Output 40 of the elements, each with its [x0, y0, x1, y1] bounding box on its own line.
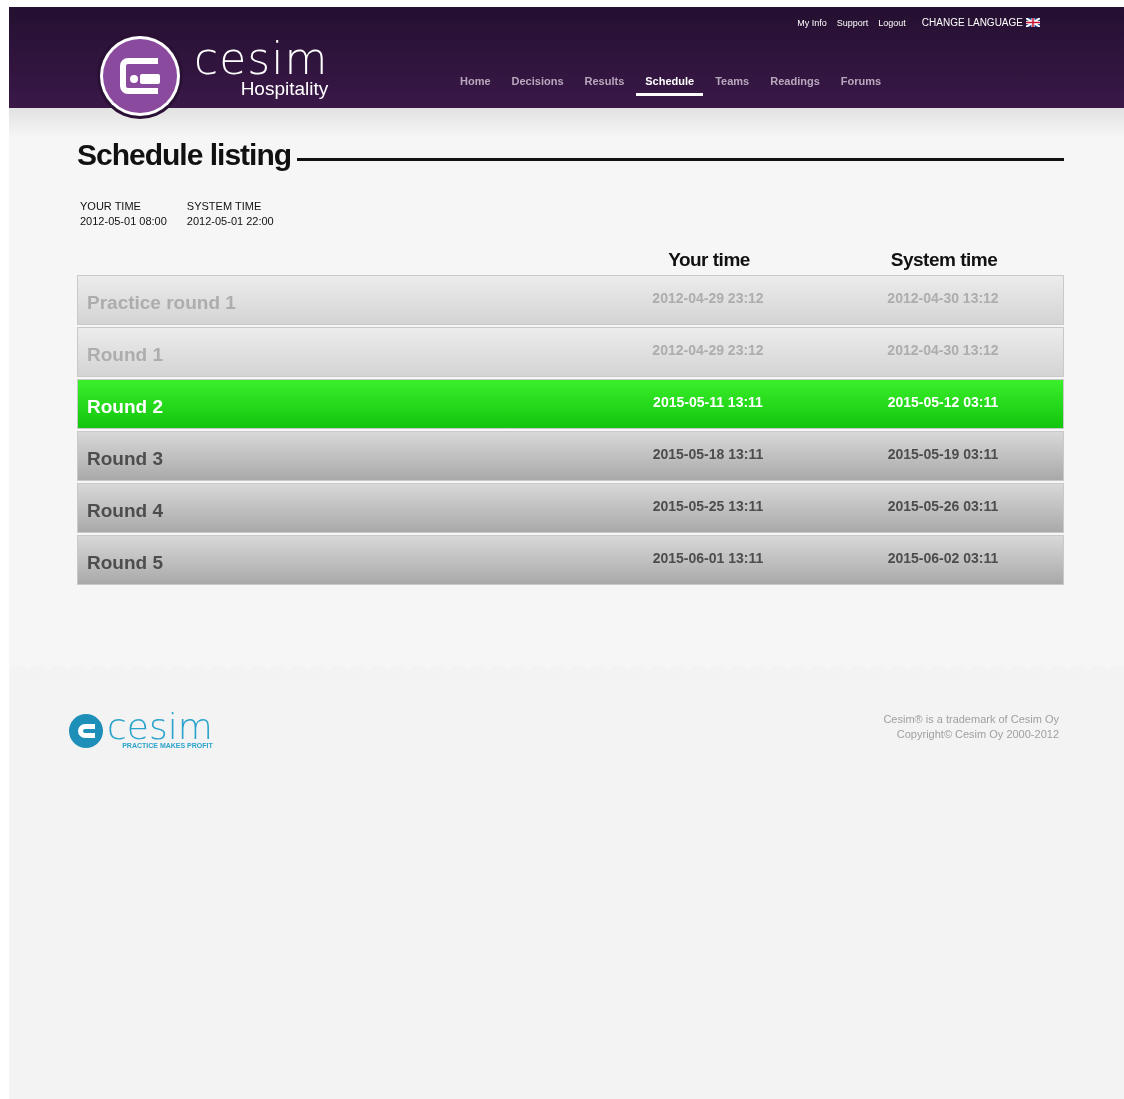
globe-logo-icon — [69, 713, 103, 748]
language-link[interactable]: CHANGE LANGUAGE — [921, 17, 1040, 28]
round-name: Round 5 — [86, 552, 164, 574]
round-name: Round 2 — [86, 396, 164, 418]
top-link[interactable]: Support — [836, 17, 869, 28]
round-row[interactable]: Round 3 2015-05-18 13:11 2015-05-19 03:11 — [77, 431, 1064, 481]
clock-value: 2012-05-01 08:00 — [80, 215, 167, 227]
your-time-cell-text: 2015-05-11 13:11 — [652, 394, 764, 410]
flag-icon — [1026, 18, 1040, 27]
logo-brand: cesim — [194, 39, 329, 79]
round-name: Round 3 — [86, 448, 164, 470]
column-header: Your time — [667, 249, 751, 271]
system-time-cell-text: 2015-06-02 03:11 — [886, 550, 1000, 566]
top-link[interactable]: My Info — [797, 17, 827, 28]
page-title: Schedule listing — [77, 138, 292, 172]
your-time-cell-text: 2015-06-01 13:11 — [651, 550, 765, 566]
logo-product: Hospitality — [240, 79, 329, 99]
round-row[interactable]: Round 4 2015-05-25 13:11 2015-05-26 03:11 — [77, 483, 1064, 533]
nav-tab[interactable]: Forums — [831, 75, 891, 96]
system-time-cell-text: 2015-05-26 03:11 — [886, 498, 1000, 514]
nav-tab[interactable]: Home — [451, 75, 500, 96]
copyright-text: Cesim® is a trademark of Cesim Oy — [883, 712, 1059, 727]
nav-tab[interactable]: Readings — [761, 75, 829, 96]
round-row[interactable]: Round 5 2015-06-01 13:11 2015-06-02 03:11 — [77, 535, 1064, 585]
nav-tab[interactable]: Decisions — [502, 75, 573, 96]
clock-label: SYSTEM TIME — [186, 200, 263, 212]
system-time-cell-text: 2015-05-19 03:11 — [886, 446, 1000, 462]
round-name: Round 4 — [86, 500, 164, 522]
system-time-cell-text: 2015-05-12 03:11 — [886, 394, 1000, 410]
your-time-cell-text: 2015-05-25 13:11 — [651, 498, 765, 514]
clock-value: 2012-05-01 22:00 — [186, 215, 274, 227]
nav-tab[interactable]: Teams — [706, 75, 759, 96]
top-link[interactable]: Logout — [878, 17, 906, 28]
clock-label: YOUR TIME — [80, 200, 142, 212]
footer-brand: cesim — [107, 712, 213, 742]
copyright-text: Copyright© Cesim Oy 2000-2012 — [896, 727, 1059, 742]
nav-tab[interactable]: Results — [575, 75, 634, 96]
column-header: System time — [889, 249, 999, 271]
nav-tab[interactable]: Schedule — [636, 75, 704, 96]
your-time-cell-text: 2015-05-18 13:11 — [651, 446, 765, 462]
